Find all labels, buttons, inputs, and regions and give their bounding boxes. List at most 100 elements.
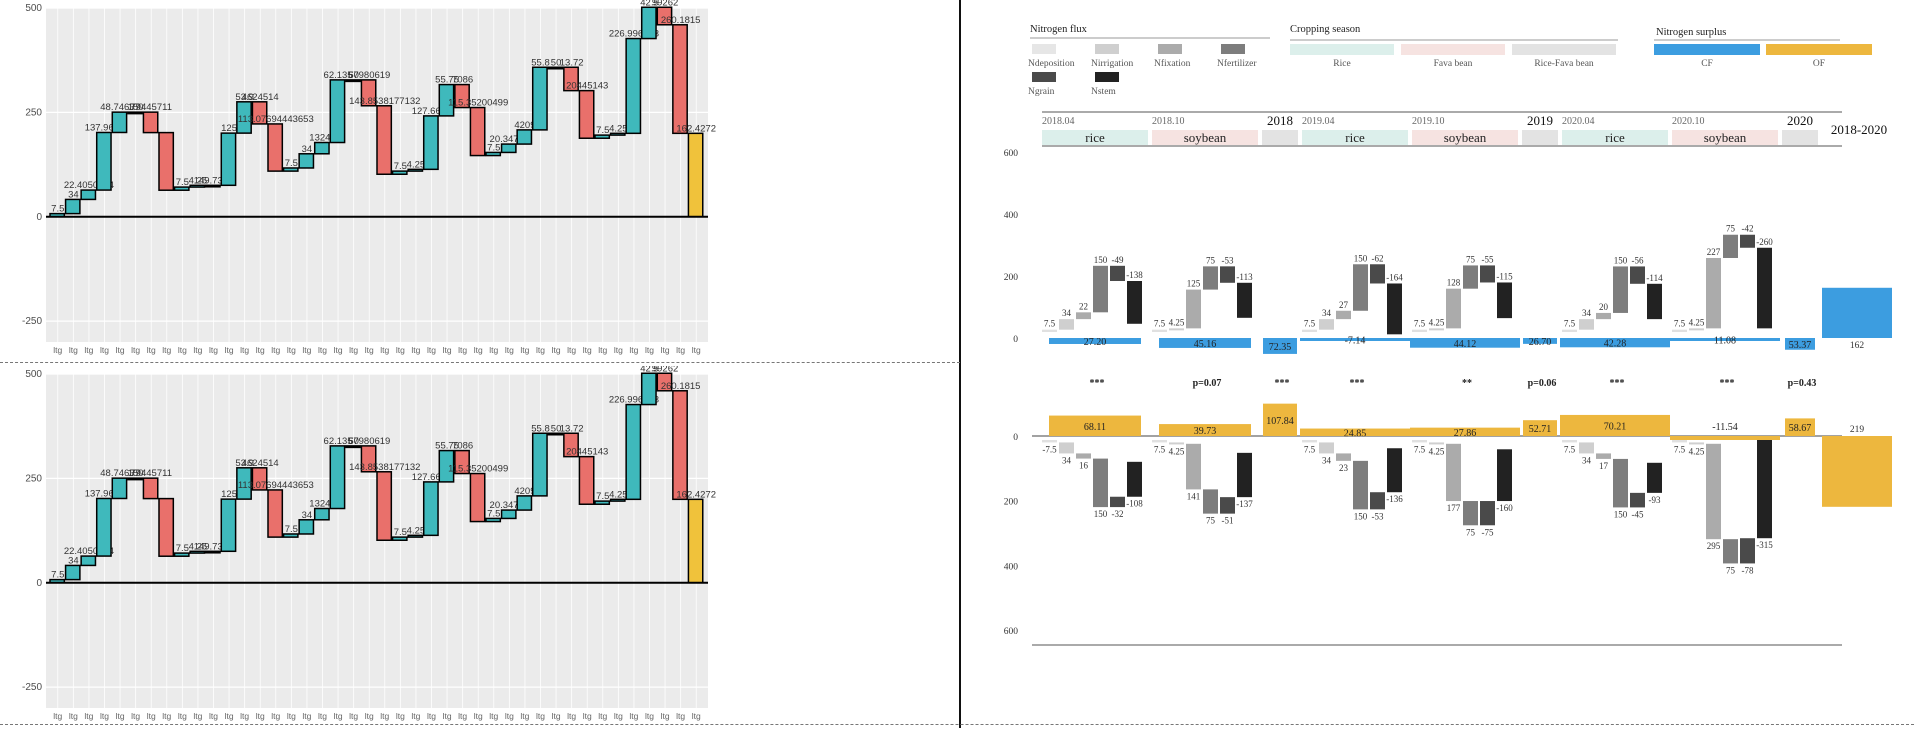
waterfall-bar	[220, 498, 237, 553]
significance-label: **	[1462, 378, 1472, 389]
flux-label: 150	[1614, 255, 1628, 265]
x-tick-label: ltg	[536, 345, 545, 355]
flux-bar	[1059, 442, 1074, 454]
legend-label: Nfertilizer	[1217, 58, 1257, 69]
waterfall-bar	[422, 481, 439, 537]
legend-swatch	[1221, 44, 1245, 54]
legend-label: CF	[1701, 59, 1713, 69]
of-surplus-label: 39.73	[1194, 426, 1217, 437]
significance-label: ***	[1610, 378, 1625, 389]
waterfall-bar	[80, 555, 97, 567]
x-tick-label: ltg	[365, 711, 374, 721]
x-tick-label: ltg	[69, 711, 78, 721]
x-tick-label: ltg	[209, 345, 218, 355]
waterfall-bar	[531, 66, 548, 131]
waterfall-bar	[672, 24, 688, 135]
x-tick-label: ltg	[583, 711, 592, 721]
data-label: 67980619	[348, 436, 390, 447]
x-tick-label: ltg	[458, 345, 467, 355]
data-label: 7.5	[285, 158, 298, 169]
x-tick-label: ltg	[411, 711, 420, 721]
flux-label: 227	[1707, 247, 1721, 257]
flux-label: 7.5	[1674, 319, 1686, 329]
legend-label: Rice	[1333, 59, 1350, 69]
x-tick-label: ltg	[193, 345, 202, 355]
x-tick-label: ltg	[645, 711, 654, 721]
legend-label: OF	[1813, 59, 1825, 69]
flux-label: -75	[1482, 527, 1494, 537]
significance-label: ***	[1720, 378, 1735, 389]
y-tick-label: -250	[22, 316, 42, 327]
year-label: 2019	[1527, 113, 1553, 128]
cf-surplus-label: 27.20	[1084, 337, 1107, 348]
flux-bar	[1127, 461, 1142, 497]
x-tick-label: ltg	[474, 345, 483, 355]
y-tick-label: 250	[25, 107, 42, 118]
waterfall-bar	[298, 153, 315, 169]
data-label: 115.35200499	[448, 464, 508, 475]
x-tick-label: ltg	[84, 711, 93, 721]
flux-label: 75	[1206, 516, 1216, 526]
x-tick-label: ltg	[598, 345, 607, 355]
x-tick-label: ltg	[629, 345, 638, 355]
flux-bar	[1446, 443, 1461, 502]
flux-bar	[1630, 492, 1645, 508]
of-surplus-label: 70.21	[1604, 421, 1627, 432]
x-tick-label: ltg	[287, 345, 296, 355]
flux-bar	[1042, 329, 1057, 332]
waterfall-bar	[313, 141, 330, 155]
flux-bar	[1186, 443, 1201, 490]
flux-bar	[1169, 328, 1184, 331]
waterfall-bar	[158, 497, 175, 557]
cf-surplus-label: -7.14	[1345, 336, 1366, 347]
of-surplus-bar	[1822, 436, 1892, 507]
flux-bar	[1596, 453, 1611, 459]
y-tick-label: 0	[1013, 433, 1018, 443]
flux-label: -136	[1386, 494, 1403, 504]
flux-bar	[1302, 329, 1317, 332]
flux-bar	[1613, 266, 1628, 313]
flux-bar	[1706, 443, 1721, 540]
waterfall-bar	[500, 509, 517, 520]
data-label: 143.8538177132	[349, 96, 420, 107]
waterfall-bar	[95, 497, 112, 557]
y-tick-label: 500	[25, 3, 42, 14]
season-crop: soybean	[1444, 130, 1487, 145]
flux-bar	[1480, 265, 1495, 283]
x-tick-label: ltg	[302, 711, 311, 721]
legend-swatch	[1032, 44, 1056, 54]
data-label: 79445711	[130, 468, 172, 479]
x-tick-label: ltg	[411, 345, 420, 355]
x-tick-label: ltg	[505, 345, 514, 355]
flux-label: 150	[1094, 509, 1108, 519]
flux-bar	[1370, 492, 1385, 510]
flux-bar	[1093, 458, 1108, 508]
waterfall-chart-bottom: -250 0 250 500 7.5 34 22.4050004 137.9626 48.746…	[0, 363, 960, 728]
year-label: 2020	[1787, 113, 1813, 128]
x-tick-label: ltg	[349, 711, 358, 721]
season-crop: rice	[1345, 130, 1365, 145]
x-tick-label: ltg	[396, 711, 405, 721]
waterfall-bar	[111, 477, 128, 500]
data-label: 4624514	[242, 92, 279, 103]
data-label: 99262	[652, 366, 678, 374]
data-label: 7.5	[176, 177, 189, 188]
waterfall-bar	[625, 403, 642, 501]
x-tick-label: ltg	[53, 345, 62, 355]
flux-label: -42	[1742, 224, 1754, 234]
y-tick-label: 400	[1004, 562, 1019, 572]
flux-bar	[1203, 266, 1218, 290]
flux-bar	[1093, 265, 1108, 313]
waterfall-bar	[516, 129, 533, 145]
x-tick-label: ltg	[614, 345, 623, 355]
flux-bar	[1497, 282, 1512, 319]
year-label: 2018	[1267, 113, 1293, 128]
data-label: 20445143	[566, 81, 608, 92]
waterfall-bar	[625, 37, 642, 135]
flux-bar	[1740, 234, 1755, 248]
waterfall-chart-bottom-svg: -25002505007.53422.4050004137.962648.746…	[22, 363, 716, 721]
data-label: 67980619	[348, 70, 390, 81]
data-label: 260.1815	[661, 15, 701, 26]
cf-surplus-label: 42.28	[1604, 339, 1627, 350]
x-tick-label: ltg	[458, 711, 467, 721]
